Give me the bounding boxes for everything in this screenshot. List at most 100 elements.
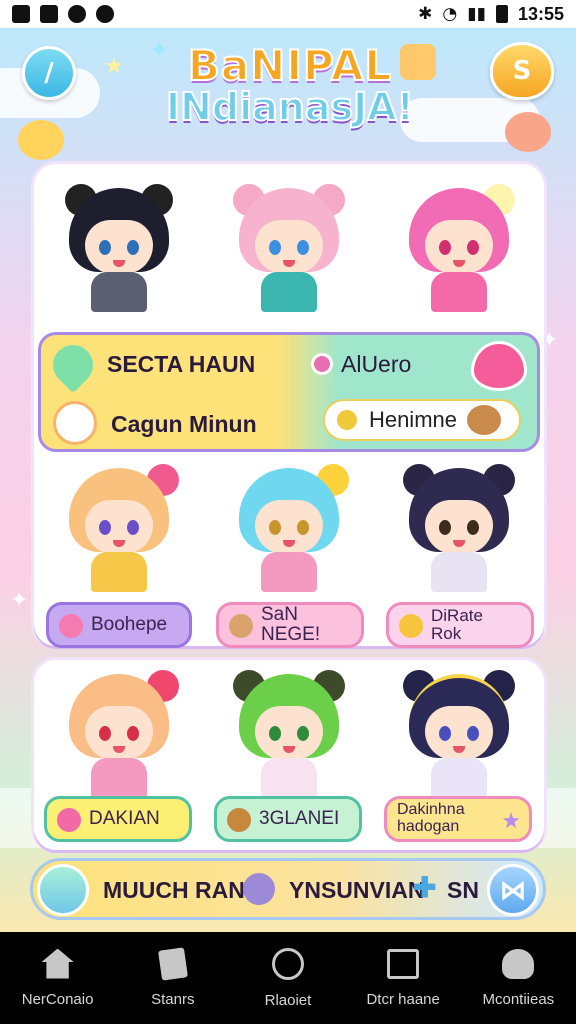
- character-card[interactable]: [219, 184, 359, 314]
- cards-icon: [157, 946, 188, 981]
- strip-pill-button[interactable]: Henimne: [322, 399, 521, 441]
- face: [255, 706, 323, 760]
- tag-label: 3GLANEI: [259, 808, 340, 830]
- action-mid-text: YNSUNVIAN: [289, 877, 425, 903]
- app-logo: BaNIPAL INdianasJA!: [140, 41, 440, 130]
- back-icon: /: [44, 58, 54, 88]
- tv-icon: [387, 948, 420, 979]
- tag-label: DiRate Rok: [431, 606, 483, 643]
- pet-icon: [243, 873, 275, 905]
- action-bar[interactable]: MUUCH RANG YNSUNVIAN ✚ SN ⋈: [30, 858, 546, 920]
- character-tag-4[interactable]: DAKIAN: [44, 796, 192, 842]
- flower-icon: [53, 401, 97, 445]
- face: [85, 706, 153, 760]
- character-tag-1[interactable]: Boohepe: [46, 602, 192, 648]
- outfit: [431, 758, 487, 798]
- character-row-3: [34, 670, 544, 800]
- character-card[interactable]: [219, 464, 359, 594]
- nav-item-explore[interactable]: Rlaoiet: [230, 947, 345, 1009]
- outfit: [431, 552, 487, 592]
- sparkle-icon: ✦: [10, 588, 29, 613]
- coin-button[interactable]: S: [490, 42, 554, 100]
- clock: 13:55: [517, 3, 564, 24]
- action-left-text: MUUCH RANG: [103, 877, 263, 903]
- nav-label: NerConaio: [21, 990, 94, 1008]
- character-card[interactable]: [389, 670, 529, 800]
- status-right-icons: ✱ ◔ ▮▮ 13:55: [418, 4, 564, 25]
- bluetooth-icon: ✱: [418, 4, 433, 24]
- outfit: [261, 552, 317, 592]
- nav-item-profile[interactable]: Mcontiieas: [461, 948, 576, 1008]
- heart-icon: [399, 614, 423, 638]
- status-bar: ✱ ◔ ▮▮ 13:55: [0, 0, 576, 28]
- bear-icon: [227, 808, 251, 832]
- tag-label: Dakinhna hadogan: [397, 801, 465, 835]
- character-card[interactable]: [219, 670, 359, 800]
- action-right-text: SN: [447, 877, 479, 903]
- nav-item-watch[interactable]: Dtcr haane: [346, 948, 461, 1008]
- image-notification-icon: [12, 5, 30, 23]
- heart-button-icon[interactable]: [37, 864, 89, 916]
- character-panel-top: SECTA HAUN Cagun Minun AlUero Henimne Bo…: [34, 164, 544, 648]
- character-card[interactable]: [49, 670, 189, 800]
- fish-icon: ✚: [413, 872, 437, 903]
- app-notification-icon: [68, 5, 86, 23]
- clock-icon: [336, 410, 357, 430]
- character-row-2: [34, 464, 544, 594]
- bear-icon: [229, 614, 253, 638]
- face: [255, 220, 323, 274]
- star-icon: ★: [104, 54, 124, 79]
- character-tag-6[interactable]: Dakinhna hadogan ★: [384, 796, 532, 842]
- bear-icon: [467, 405, 501, 435]
- qr-notification-icon: [40, 5, 58, 23]
- character-card[interactable]: [389, 464, 529, 594]
- face: [425, 500, 493, 554]
- face: [85, 500, 153, 554]
- app-screen: ★ ✦ ✦ ✦ / S BaNIPAL INdianasJA! SECTA HA…: [0, 28, 576, 932]
- character-card[interactable]: [49, 184, 189, 314]
- character-panel-bottom: DAKIAN 3GLANEI Dakinhna hadogan ★: [34, 660, 544, 850]
- bottom-navigation: NerConaio Stanrs Rlaoiet Dtcr haane Mcon…: [0, 932, 576, 1024]
- cat-face-icon: [505, 112, 551, 152]
- star-icon: ★: [501, 808, 521, 833]
- outfit: [91, 272, 147, 312]
- tools-notification-icon: [96, 5, 114, 23]
- character-card[interactable]: [389, 184, 529, 314]
- signal-icon: ▮▮: [467, 4, 486, 24]
- profile-icon: [502, 948, 535, 979]
- dot-icon: [311, 353, 333, 375]
- chick-icon: [18, 120, 64, 160]
- compass-icon: [271, 947, 304, 980]
- nav-label: Stanrs: [151, 990, 195, 1008]
- outfit: [91, 758, 147, 798]
- character-tag-2[interactable]: SaN NEGE!: [216, 602, 364, 648]
- logo-line-1: BaNIPAL: [187, 41, 393, 90]
- coin-icon: S: [512, 56, 532, 86]
- face: [255, 500, 323, 554]
- back-button[interactable]: /: [22, 46, 76, 100]
- character-tag-5[interactable]: 3GLANEI: [214, 796, 362, 842]
- nav-label: Mcontiieas: [482, 990, 555, 1008]
- wifi-icon: ◔: [442, 4, 458, 24]
- bow-button-icon[interactable]: ⋈: [487, 864, 539, 916]
- status-left-icons: [12, 5, 114, 23]
- battery-icon: [495, 5, 508, 23]
- nav-label: Rlaoiet: [264, 991, 312, 1009]
- nav-item-home[interactable]: NerConaio: [0, 948, 115, 1008]
- nav-item-cards[interactable]: Stanrs: [115, 946, 230, 1008]
- face: [425, 706, 493, 760]
- outfit: [431, 272, 487, 312]
- home-icon: [41, 948, 74, 979]
- heart-icon: [44, 336, 102, 394]
- strip-left-subtitle: Cagun Minun: [111, 411, 257, 437]
- character-card[interactable]: [49, 464, 189, 594]
- face: [85, 220, 153, 274]
- heart-icon: [57, 808, 81, 832]
- heart-icon: [471, 341, 527, 391]
- info-strip[interactable]: SECTA HAUN Cagun Minun AlUero Henimne: [38, 332, 540, 452]
- character-tag-3[interactable]: DiRate Rok: [386, 602, 534, 648]
- tag-label: Boohepe: [91, 614, 168, 636]
- logo-line-2: INdianasJA!: [165, 85, 415, 130]
- heart-icon: [59, 614, 83, 638]
- tag-label: SaN NEGE!: [261, 604, 321, 645]
